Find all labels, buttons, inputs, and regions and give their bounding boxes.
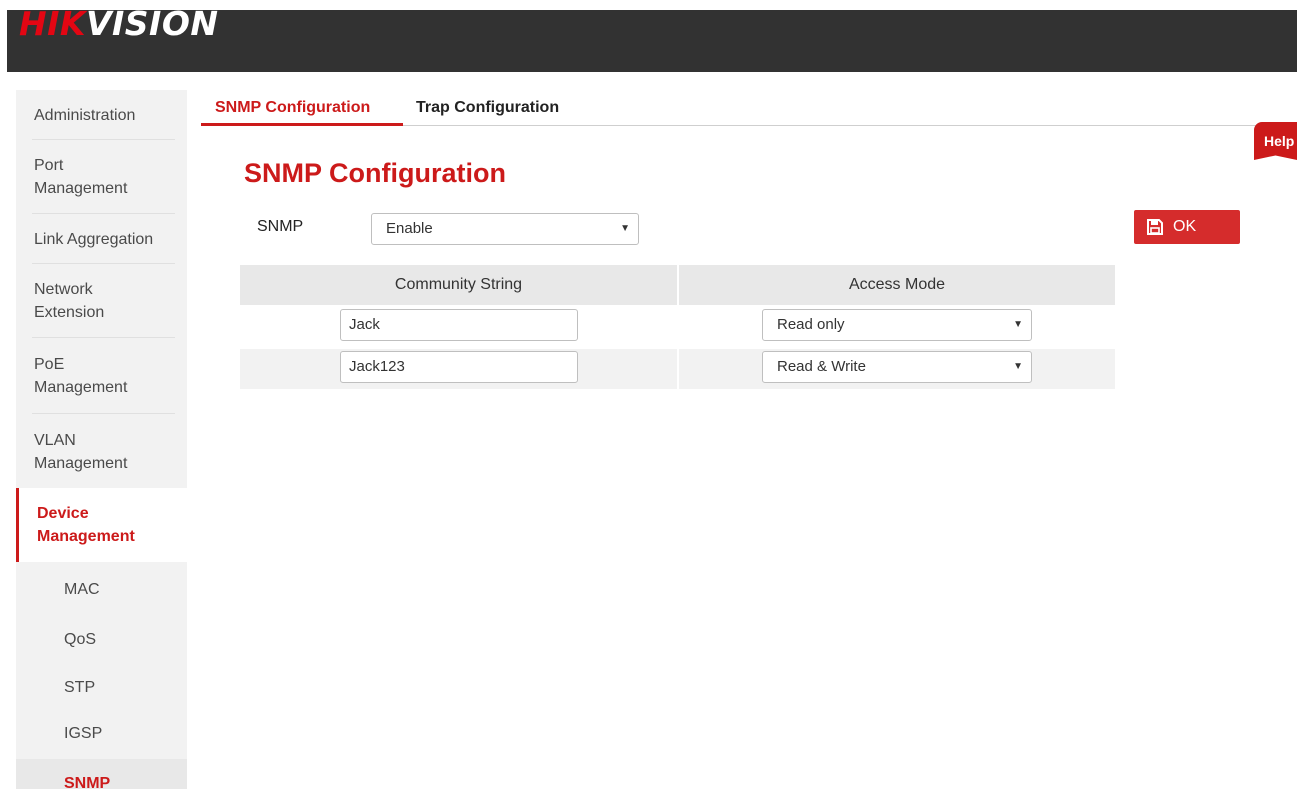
sidebar-item-label: Management xyxy=(34,455,128,472)
sidebar: Administration Port Management Link Aggr… xyxy=(16,90,187,792)
sidebar-subitem-mac[interactable]: MAC xyxy=(16,564,187,614)
column-divider xyxy=(677,265,679,389)
sidebar-subitem-label: QoS xyxy=(64,631,97,648)
sidebar-item-label: VLAN xyxy=(34,432,76,449)
sidebar-item-label: Administration xyxy=(34,107,136,124)
ok-button[interactable]: OK xyxy=(1134,210,1240,244)
snmp-select-value: Enable xyxy=(386,220,433,237)
snmp-select[interactable]: Enable ▼ xyxy=(371,213,639,245)
access-mode-value: Read & Write xyxy=(777,358,866,375)
sidebar-item-label: Management xyxy=(37,528,135,545)
sidebar-item-poe-management[interactable]: PoE Management xyxy=(16,338,187,414)
help-button[interactable]: Help xyxy=(1254,122,1297,160)
sidebar-subitem-igsp[interactable]: IGSP xyxy=(16,714,187,759)
sidebar-subitem-stp[interactable]: STP xyxy=(16,664,187,714)
community-string-input[interactable]: Jack123 xyxy=(340,351,578,383)
sidebar-subitem-snmp[interactable]: SNMP xyxy=(16,759,187,792)
sidebar-item-port-management[interactable]: Port Management xyxy=(16,140,187,214)
sidebar-item-vlan-management[interactable]: VLAN Management xyxy=(16,414,187,488)
sidebar-subitem-label: SNMP xyxy=(64,775,111,792)
sidebar-item-label: Network xyxy=(34,281,93,298)
sidebar-item-label: Port xyxy=(34,157,64,174)
sidebar-item-network-extension[interactable]: Network Extension xyxy=(16,264,187,338)
active-tab-indicator xyxy=(201,123,403,126)
sidebar-item-administration[interactable]: Administration xyxy=(16,90,187,140)
snmp-label: SNMP xyxy=(257,218,304,235)
sidebar-item-label: Link Aggregation xyxy=(34,231,154,248)
ok-button-label: OK xyxy=(1173,218,1197,235)
top-bar: HIKVISION xyxy=(7,4,1297,72)
column-header-community-string: Community String xyxy=(240,265,677,305)
chevron-down-icon: ▼ xyxy=(620,223,630,234)
tab-trap-configuration[interactable]: Trap Configuration xyxy=(416,99,559,117)
column-header-access-mode: Access Mode xyxy=(679,265,1115,305)
sidebar-item-label: PoE xyxy=(34,356,65,373)
sidebar-subitem-label: MAC xyxy=(64,581,100,598)
sidebar-item-label: Management xyxy=(34,379,128,396)
tab-snmp-configuration[interactable]: SNMP Configuration xyxy=(215,99,370,117)
sidebar-item-label: Extension xyxy=(34,304,105,321)
sidebar-item-device-management[interactable]: Device Management xyxy=(16,488,187,562)
access-mode-select[interactable]: Read only ▼ xyxy=(762,309,1032,341)
chevron-down-icon: ▼ xyxy=(1013,319,1023,330)
page-title: SNMP Configuration xyxy=(244,158,506,188)
logo-part-red: HIK xyxy=(19,4,86,43)
sidebar-subitem-label: IGSP xyxy=(64,725,103,742)
access-mode-value: Read only xyxy=(777,316,845,333)
logo-part-white: VISION xyxy=(85,4,219,43)
sidebar-subitem-label: STP xyxy=(64,679,96,696)
sidebar-item-link-aggregation[interactable]: Link Aggregation xyxy=(16,214,187,264)
access-mode-select[interactable]: Read & Write ▼ xyxy=(762,351,1032,383)
save-icon xyxy=(1147,219,1163,235)
sidebar-subitem-qos[interactable]: QoS xyxy=(16,614,187,664)
tab-bar: SNMP Configuration Trap Configuration xyxy=(201,94,1297,126)
sidebar-item-label: Management xyxy=(34,180,128,197)
community-string-input[interactable]: Jack xyxy=(340,309,578,341)
hikvision-logo[interactable]: HIKVISION xyxy=(19,4,219,44)
sidebar-item-label: Device xyxy=(37,505,89,522)
chevron-down-icon: ▼ xyxy=(1013,361,1023,372)
